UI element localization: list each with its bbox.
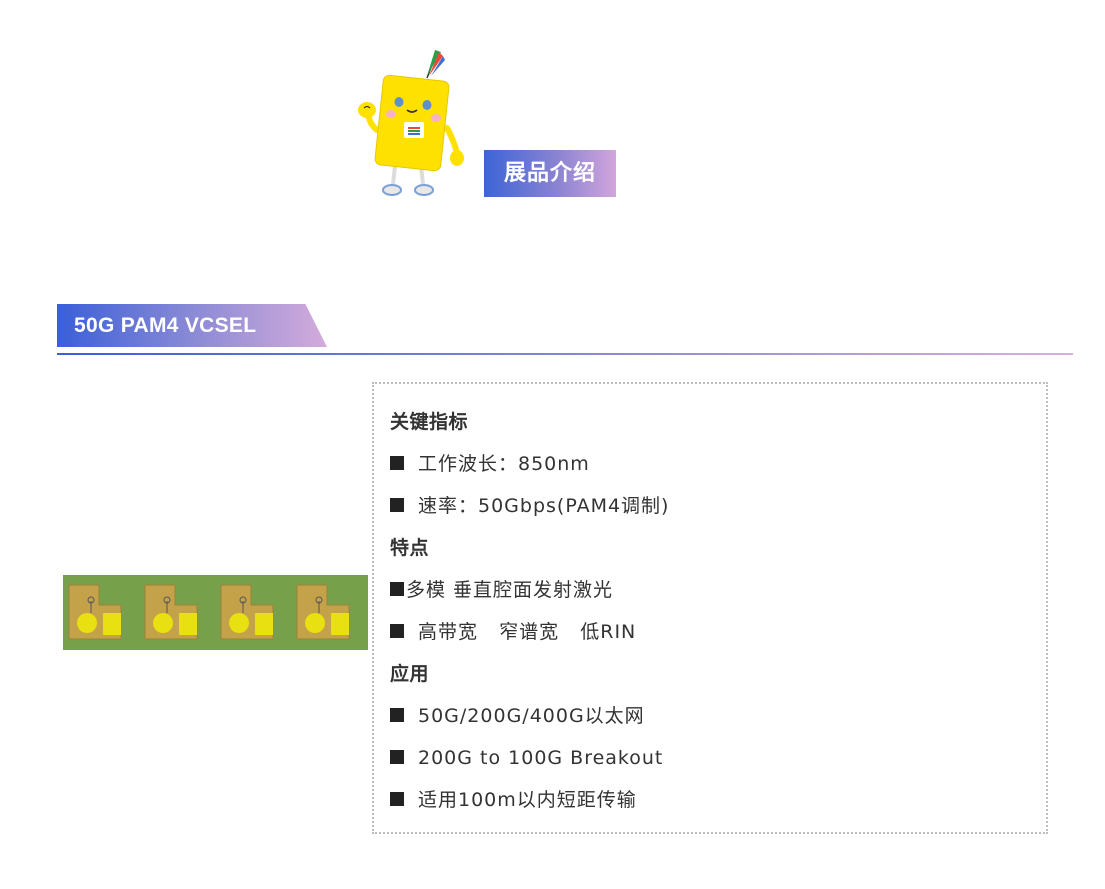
list-item: 速率：50Gbps(PAM4调制) [390, 491, 669, 521]
list-item: 200G to 100G Breakout [390, 743, 663, 773]
square-bullet-icon [390, 497, 404, 512]
section-divider [57, 353, 1073, 355]
square-bullet-icon [390, 455, 404, 470]
square-bullet-icon [390, 707, 404, 722]
key-metrics-heading: 关键指标 [390, 411, 469, 433]
applications-heading: 应用 [390, 663, 430, 685]
mascot-illustration [358, 50, 464, 196]
list-item: 工作波长：850nm [390, 449, 590, 479]
square-bullet-icon [390, 623, 404, 638]
square-bullet-icon [390, 749, 404, 764]
list-item: 高带宽 窄谱宽 低RIN [390, 617, 636, 647]
vcsel-chip-image [63, 575, 368, 650]
square-bullet-icon [390, 791, 404, 806]
exhibit-intro-badge: 展品介绍 [484, 150, 616, 197]
square-bullet-icon [390, 581, 404, 596]
list-item: 50G/200G/400G以太网 [390, 701, 645, 731]
list-item: 多模 垂直腔面发射激光 [390, 575, 613, 605]
list-item: 适用100m以内短距传输 [390, 785, 637, 815]
features-heading: 特点 [390, 537, 430, 559]
section-title: 50G PAM4 VCSEL [74, 314, 257, 337]
